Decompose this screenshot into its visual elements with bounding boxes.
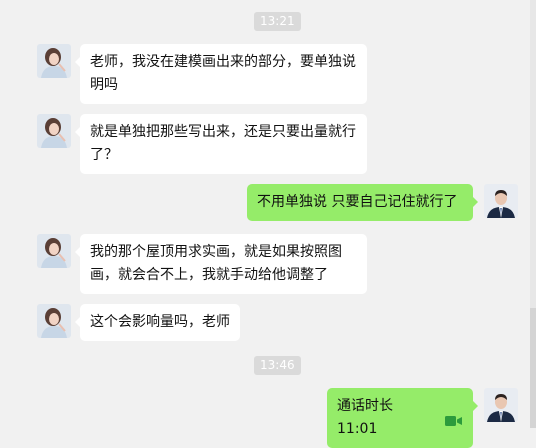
call-record-bubble[interactable]: 通话时长 11:01 <box>327 388 478 448</box>
self-avatar[interactable] <box>484 184 518 218</box>
message-bubble[interactable]: 就是单独把那些写出来，还是只要出量就行了？ <box>75 114 367 174</box>
message-bubble-outgoing[interactable]: 不用单独说 只要自己记住就行了 <box>247 184 478 221</box>
contact-avatar[interactable] <box>37 44 71 78</box>
message-bubble[interactable]: 我的那个屋顶用求实画，就是如果按照图画，就会合不上，我就手动给他调整了 <box>75 234 367 294</box>
scrollbar[interactable] <box>530 0 536 428</box>
self-avatar[interactable] <box>484 388 518 422</box>
chat-window: 13:21 老师，我没在建模画出来的部分，要单独说明吗 就是单独把那些写出来，还… <box>0 0 536 448</box>
message-bubble[interactable]: 老师，我没在建模画出来的部分，要单独说明吗 <box>75 44 367 104</box>
scrollbar-thumb[interactable] <box>530 308 536 428</box>
contact-avatar[interactable] <box>37 304 71 338</box>
contact-avatar[interactable] <box>37 114 71 148</box>
video-call-icon <box>445 412 463 426</box>
timestamp: 13:21 <box>254 12 301 31</box>
message-bubble[interactable]: 这个会影响量吗，老师 <box>75 304 240 341</box>
contact-avatar[interactable] <box>37 234 71 268</box>
call-duration-text: 通话时长 11:01 <box>337 398 393 437</box>
timestamp: 13:46 <box>254 356 301 375</box>
